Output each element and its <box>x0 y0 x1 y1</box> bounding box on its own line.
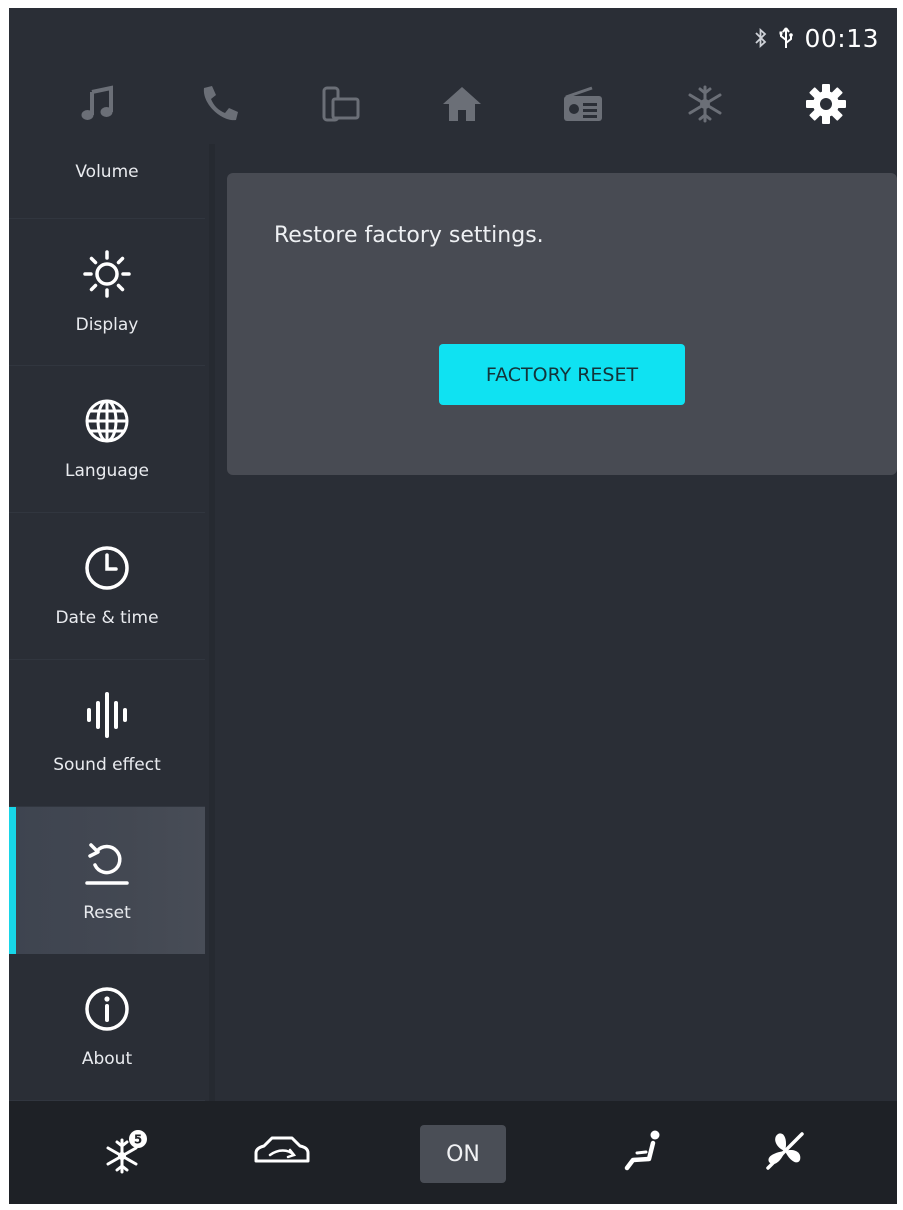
usb-icon <box>778 26 794 50</box>
status-bar: 00:13 <box>754 22 879 54</box>
top-navigation <box>37 68 887 140</box>
seat-airflow-icon <box>622 1128 668 1178</box>
ac-snowflake-icon: 5 <box>104 1128 150 1178</box>
car-recirculation-icon <box>250 1131 314 1175</box>
climate-bar: 5 ON <box>9 1101 897 1204</box>
reset-icon <box>83 839 131 891</box>
sidebar-item-date-time[interactable]: Date & time <box>9 513 205 660</box>
recirculation-button[interactable] <box>234 1123 330 1183</box>
sidebar-item-label: Language <box>65 461 149 481</box>
nav-home[interactable] <box>401 68 522 140</box>
sidebar-item-about[interactable]: About <box>9 954 205 1101</box>
sidebar-item-label: Reset <box>83 902 131 923</box>
globe-icon <box>83 397 131 449</box>
head-unit-screen: 00:13 Volume Display Language Date & tim… <box>9 8 897 1204</box>
nav-phone[interactable] <box>158 68 279 140</box>
sidebar-item-language[interactable]: Language <box>9 366 205 513</box>
fan-button[interactable] <box>737 1123 833 1183</box>
sidebar-item-reset[interactable]: Reset <box>9 807 205 954</box>
sidebar-item-display[interactable]: Display <box>9 219 205 366</box>
sidebar-item-label: About <box>81 1049 133 1069</box>
info-icon <box>83 985 131 1037</box>
reset-panel: Restore factory settings. FACTORY RESET <box>227 173 897 475</box>
climate-icon <box>685 84 725 124</box>
climate-on-button[interactable]: ON <box>420 1125 506 1183</box>
nav-music[interactable] <box>37 68 158 140</box>
settings-sidebar: Volume Display Language Date & time Soun… <box>9 144 205 1102</box>
phone-icon <box>198 84 240 124</box>
screen-mirror-icon <box>321 85 361 123</box>
seat-airflow-button[interactable] <box>597 1123 693 1183</box>
music-icon <box>79 85 117 123</box>
home-icon <box>441 85 483 123</box>
sidebar-item-sound-effect[interactable]: Sound effect <box>9 660 205 807</box>
sidebar-item-volume[interactable]: Volume <box>9 144 205 219</box>
sidebar-item-label: Display <box>75 315 139 335</box>
ac-badge: 5 <box>134 1133 142 1147</box>
nav-climate[interactable] <box>644 68 765 140</box>
active-indicator <box>9 807 16 954</box>
nav-settings[interactable] <box>766 68 887 140</box>
sound-wave-icon <box>83 691 131 743</box>
nav-radio[interactable] <box>523 68 644 140</box>
ac-button[interactable]: 5 <box>79 1123 175 1183</box>
clock-icon <box>83 544 131 596</box>
sidebar-item-label: Date & time <box>55 608 159 628</box>
fan-off-icon <box>762 1128 808 1178</box>
clock-time: 00:13 <box>804 23 879 53</box>
reset-description: Restore factory settings. <box>274 223 544 248</box>
settings-gear-icon <box>804 82 848 126</box>
factory-reset-button[interactable]: FACTORY RESET <box>439 344 685 405</box>
sidebar-item-label: Volume <box>75 162 139 182</box>
sun-icon <box>82 249 132 303</box>
nav-screen-mirror[interactable] <box>280 68 401 140</box>
radio-icon <box>562 85 604 123</box>
sidebar-item-label: Sound effect <box>53 755 161 775</box>
sidebar-divider <box>209 144 215 1102</box>
bluetooth-icon <box>754 27 768 49</box>
